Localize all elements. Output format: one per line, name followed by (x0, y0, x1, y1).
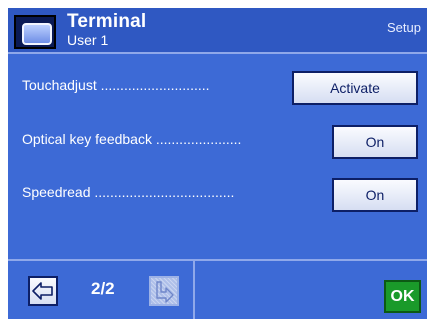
ok-button[interactable]: OK (384, 280, 421, 313)
previous-page-button[interactable] (28, 276, 58, 306)
header-divider (8, 52, 427, 54)
setting-row-touchadjust: Touchadjust ............................… (22, 71, 418, 105)
setting-label-optical-key-feedback: Optical key feedback ...................… (22, 131, 242, 147)
page-title: Terminal (67, 11, 147, 32)
setting-row-optical-key-feedback: Optical key feedback ...................… (22, 125, 418, 159)
header-bar: Terminal User 1 Setup (8, 8, 427, 52)
speedread-button[interactable]: On (332, 178, 418, 212)
touchadjust-activate-button[interactable]: Activate (292, 71, 418, 105)
page-indicator: 2/2 (91, 279, 115, 298)
footer-separator (193, 261, 195, 319)
footer-divider (8, 259, 427, 261)
user-name: User 1 (67, 32, 109, 48)
optical-key-feedback-button[interactable]: On (332, 125, 418, 159)
arrow-return-icon (156, 281, 174, 303)
terminal-settings-screen: Terminal User 1 Setup Touchadjust ......… (8, 8, 427, 319)
mode-label: Setup (387, 20, 421, 35)
setting-row-speedread: Speedread ..............................… (22, 178, 418, 212)
terminal-display-icon-screen (22, 23, 52, 45)
arrow-left-icon (32, 282, 53, 300)
next-page-button[interactable] (149, 276, 179, 306)
setting-label-speedread: Speedread ..............................… (22, 184, 235, 200)
setting-label-touchadjust: Touchadjust ............................ (22, 77, 210, 93)
terminal-display-icon[interactable] (14, 15, 56, 49)
